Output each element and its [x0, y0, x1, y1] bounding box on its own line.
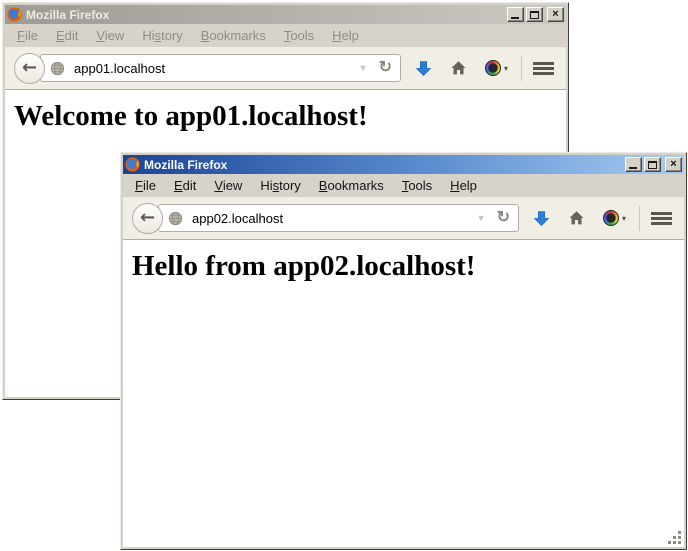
addon-dropdown-caret-icon[interactable]: ▾ [622, 214, 626, 223]
back-button[interactable]: ← [132, 203, 163, 234]
menu-label: ile [143, 178, 156, 193]
menu-label-accel: F [135, 178, 143, 193]
menu-label: dit [183, 178, 197, 193]
app-menu-button[interactable] [533, 62, 554, 75]
toolbar-icons: ▾ [533, 206, 672, 231]
menu-view[interactable]: View [205, 176, 251, 195]
url-bar[interactable]: app01.localhost ▼ ↻ [40, 54, 401, 82]
toolbar-separator [521, 56, 522, 81]
menu-label-accel: H [450, 178, 459, 193]
page-content: Hello from app02.localhost! [123, 240, 684, 547]
menu-label: Hi [142, 28, 154, 43]
url-dropdown-icon[interactable]: ▼ [359, 64, 368, 73]
menubar: File Edit View History Bookmarks Tools H… [5, 24, 566, 47]
resize-grip[interactable] [678, 541, 681, 544]
page-heading: Welcome to app01.localhost! [5, 90, 566, 133]
nav-toolbar: ← app01.localhost ▼ ↻ [5, 47, 566, 90]
menu-label-accel: V [96, 28, 104, 43]
window-controls: × [625, 157, 682, 172]
toolbar-icons: ▾ [415, 56, 554, 81]
firefox-icon [7, 7, 22, 22]
addon-colorwheel-icon[interactable] [485, 60, 501, 76]
menu-label: ools [408, 178, 432, 193]
window-title: Mozilla Firefox [26, 8, 503, 22]
menu-label-accel: E [174, 178, 183, 193]
menu-label-accel: H [332, 28, 341, 43]
menu-label: Hi [260, 178, 272, 193]
back-arrow-icon: ← [22, 57, 37, 78]
menu-label-accel: E [56, 28, 65, 43]
addon-dropdown-caret-icon[interactable]: ▾ [504, 64, 508, 73]
menu-label: iew [223, 178, 243, 193]
close-button[interactable]: × [547, 7, 564, 22]
minimize-button[interactable] [625, 157, 642, 172]
addon-colorwheel-icon[interactable] [603, 210, 619, 226]
nav-toolbar: ← app02.localhost ▼ ↻ [123, 197, 684, 240]
titlebar[interactable]: Mozilla Firefox × [123, 155, 684, 174]
menu-label: iew [105, 28, 125, 43]
home-icon[interactable] [568, 210, 585, 226]
url-dropdown-icon[interactable]: ▼ [477, 214, 486, 223]
menu-edit[interactable]: Edit [165, 176, 205, 195]
url-input[interactable]: app01.localhost [74, 61, 165, 76]
desktop: Mozilla Firefox × File Edit View History… [0, 0, 688, 551]
maximize-button[interactable] [526, 7, 543, 22]
firefox-icon [125, 157, 140, 172]
window-controls: × [507, 7, 564, 22]
menu-label: dit [65, 28, 79, 43]
maximize-icon [530, 11, 539, 19]
menu-label: ools [290, 28, 314, 43]
menu-bookmarks[interactable]: Bookmarks [192, 26, 275, 45]
menu-history[interactable]: History [251, 176, 309, 195]
app-menu-button[interactable] [651, 212, 672, 225]
hamburger-icon [651, 212, 672, 215]
toolbar-separator [639, 206, 640, 231]
maximize-icon [648, 161, 657, 169]
menu-label-accel: V [214, 178, 222, 193]
titlebar[interactable]: Mozilla Firefox × [5, 5, 566, 24]
menu-label: ookmarks [209, 28, 265, 43]
menu-view[interactable]: View [87, 26, 133, 45]
close-button[interactable]: × [665, 157, 682, 172]
menu-label: tory [161, 28, 183, 43]
downloads-icon[interactable] [533, 210, 550, 227]
menu-file[interactable]: File [8, 26, 47, 45]
window-title: Mozilla Firefox [144, 158, 621, 172]
menu-bookmarks[interactable]: Bookmarks [310, 176, 393, 195]
menubar: File Edit View History Bookmarks Tools H… [123, 174, 684, 197]
menu-file[interactable]: File [126, 176, 165, 195]
menu-label: ile [25, 28, 38, 43]
menu-label: elp [342, 28, 359, 43]
menu-help[interactable]: Help [441, 176, 486, 195]
menu-label-accel: F [17, 28, 25, 43]
minimize-icon [511, 17, 519, 19]
back-arrow-icon: ← [140, 207, 155, 228]
minimize-icon [629, 167, 637, 169]
url-bar[interactable]: app02.localhost ▼ ↻ [158, 204, 519, 232]
page-heading: Hello from app02.localhost! [123, 240, 684, 283]
menu-label: elp [460, 178, 477, 193]
menu-label: ookmarks [327, 178, 383, 193]
downloads-icon[interactable] [415, 60, 432, 77]
globe-icon [168, 211, 183, 226]
close-icon: × [552, 9, 558, 20]
firefox-window-app02: Mozilla Firefox × File Edit View History… [120, 152, 687, 550]
close-icon: × [670, 159, 676, 170]
home-icon[interactable] [450, 60, 467, 76]
maximize-button[interactable] [644, 157, 661, 172]
reload-icon[interactable]: ↻ [497, 210, 510, 226]
back-button[interactable]: ← [14, 53, 45, 84]
menu-edit[interactable]: Edit [47, 26, 87, 45]
menu-tools[interactable]: Tools [393, 176, 441, 195]
menu-history[interactable]: History [133, 26, 191, 45]
globe-icon [50, 61, 65, 76]
menu-label: tory [279, 178, 301, 193]
menu-help[interactable]: Help [323, 26, 368, 45]
reload-icon[interactable]: ↻ [379, 60, 392, 76]
menu-tools[interactable]: Tools [275, 26, 323, 45]
url-input[interactable]: app02.localhost [192, 211, 283, 226]
minimize-button[interactable] [507, 7, 524, 22]
hamburger-icon [533, 62, 554, 65]
